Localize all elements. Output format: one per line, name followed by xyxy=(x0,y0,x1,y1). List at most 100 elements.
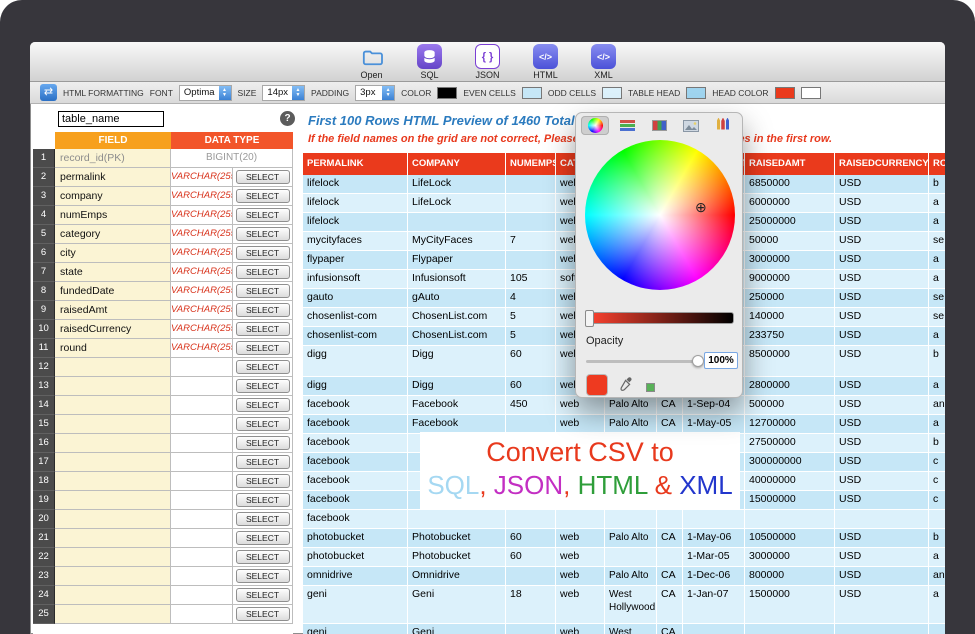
brightness-knob[interactable] xyxy=(585,310,594,327)
field-cell[interactable] xyxy=(55,453,171,472)
main-toolbar: Open SQL JSON HTML X xyxy=(30,42,945,82)
field-cell[interactable]: round xyxy=(55,339,171,358)
select-button[interactable]: SELECT xyxy=(236,531,290,545)
select-button[interactable]: SELECT xyxy=(236,455,290,469)
text-color-swatch[interactable] xyxy=(437,87,457,99)
select-button[interactable]: SELECT xyxy=(236,379,290,393)
field-cell[interactable]: record_id(PK) xyxy=(55,149,171,168)
table-name-input[interactable] xyxy=(58,111,164,127)
field-cell[interactable] xyxy=(55,529,171,548)
head-color-swatch[interactable] xyxy=(775,87,795,99)
field-cell[interactable]: company xyxy=(55,187,171,206)
select-button[interactable]: SELECT xyxy=(236,607,290,621)
xml-button[interactable]: XML xyxy=(581,44,627,81)
mini-swatch[interactable] xyxy=(646,383,655,392)
select-cell: SELECT xyxy=(233,377,293,396)
tab-pencils[interactable] xyxy=(709,116,737,135)
opacity-value[interactable]: 100% xyxy=(704,352,738,369)
field-cell[interactable]: state xyxy=(55,263,171,282)
field-cell[interactable]: permalink xyxy=(55,168,171,187)
select-button[interactable]: SELECT xyxy=(236,341,290,355)
select-button[interactable]: SELECT xyxy=(236,588,290,602)
preview-cell: USD xyxy=(835,251,929,270)
field-cell[interactable]: city xyxy=(55,244,171,263)
brightness-slider[interactable] xyxy=(586,312,734,324)
color-wheel-marker[interactable] xyxy=(695,200,707,214)
field-cell[interactable] xyxy=(55,358,171,377)
field-cell[interactable] xyxy=(55,472,171,491)
field-cell[interactable] xyxy=(55,377,171,396)
field-cell[interactable]: numEmps xyxy=(55,206,171,225)
opacity-knob[interactable] xyxy=(692,355,704,367)
select-button[interactable]: SELECT xyxy=(236,550,290,564)
select-button[interactable]: SELECT xyxy=(236,569,290,583)
size-select[interactable]: 14px ▲▼ xyxy=(262,85,305,101)
field-cell[interactable] xyxy=(55,548,171,567)
html-button[interactable]: HTML xyxy=(523,44,569,81)
font-select[interactable]: Optima ▲▼ xyxy=(179,85,232,101)
select-cell: SELECT xyxy=(233,491,293,510)
select-button[interactable]: SELECT xyxy=(236,208,290,222)
row-number: 16 xyxy=(33,434,55,453)
preview-header-cell[interactable]: ROUND xyxy=(929,153,945,175)
head-text-color-swatch[interactable] xyxy=(801,87,821,99)
select-button[interactable]: SELECT xyxy=(236,360,290,374)
select-button[interactable]: SELECT xyxy=(236,398,290,412)
tab-color-wheel[interactable] xyxy=(581,116,609,135)
field-cell[interactable]: category xyxy=(55,225,171,244)
select-button[interactable]: SELECT xyxy=(236,284,290,298)
padding-select[interactable]: 3px ▲▼ xyxy=(355,85,395,101)
preview-cell: 10500000 xyxy=(745,529,835,548)
field-cell[interactable] xyxy=(55,491,171,510)
html-label: HTML xyxy=(533,70,558,80)
color-wheel[interactable] xyxy=(585,140,735,290)
field-cell[interactable] xyxy=(55,567,171,586)
json-button[interactable]: JSON xyxy=(465,44,511,81)
field-cell[interactable]: fundedDate xyxy=(55,282,171,301)
field-cell[interactable] xyxy=(55,415,171,434)
select-button[interactable]: SELECT xyxy=(236,436,290,450)
color-picker-panel: Opacity 100% xyxy=(575,112,743,398)
preview-header-cell[interactable]: RAISEDCURRENCY xyxy=(835,153,929,175)
preview-cell xyxy=(929,510,945,529)
table-head-swatch[interactable] xyxy=(686,87,706,99)
tab-color-sliders[interactable] xyxy=(613,116,641,135)
select-button[interactable]: SELECT xyxy=(236,246,290,260)
odd-cells-swatch[interactable] xyxy=(602,87,622,99)
select-button[interactable]: SELECT xyxy=(236,417,290,431)
select-button[interactable]: SELECT xyxy=(236,474,290,488)
preview-header-cell[interactable]: COMPANY xyxy=(408,153,506,175)
select-button[interactable]: SELECT xyxy=(236,227,290,241)
tab-image-palettes[interactable] xyxy=(677,116,705,135)
tab-color-palettes[interactable] xyxy=(645,116,673,135)
sql-button[interactable]: SQL xyxy=(407,44,453,81)
select-button[interactable]: SELECT xyxy=(236,265,290,279)
field-cell[interactable] xyxy=(55,434,171,453)
field-cell[interactable] xyxy=(55,586,171,605)
opacity-slider[interactable] xyxy=(586,360,698,363)
preview-header-cell[interactable]: NUMEMPS xyxy=(506,153,556,175)
preview-cell: b xyxy=(929,434,945,453)
preview-header-cell[interactable]: PERMALINK xyxy=(303,153,408,175)
select-button[interactable]: SELECT xyxy=(236,189,290,203)
select-button[interactable]: SELECT xyxy=(236,493,290,507)
select-button[interactable]: SELECT xyxy=(236,512,290,526)
open-button[interactable]: Open xyxy=(349,44,395,81)
select-button[interactable]: SELECT xyxy=(236,303,290,317)
field-cell[interactable]: raisedAmt xyxy=(55,301,171,320)
field-cell[interactable]: raisedCurrency xyxy=(55,320,171,339)
select-button[interactable]: SELECT xyxy=(236,322,290,336)
field-cell[interactable] xyxy=(55,510,171,529)
even-cells-swatch[interactable] xyxy=(522,87,542,99)
schema-row: 25SELECT xyxy=(33,605,293,624)
preview-cell: infusionsoft xyxy=(303,270,408,289)
help-button[interactable]: ? xyxy=(280,111,295,126)
eyedropper-icon[interactable] xyxy=(618,376,634,392)
panel-toggle-icon[interactable] xyxy=(40,84,57,101)
select-button[interactable]: SELECT xyxy=(236,170,290,184)
preview-header-cell[interactable]: RAISEDAMT xyxy=(745,153,835,175)
field-cell[interactable] xyxy=(55,605,171,624)
field-cell[interactable] xyxy=(55,396,171,415)
selected-color-swatch[interactable] xyxy=(586,374,608,396)
row-number: 14 xyxy=(33,396,55,415)
